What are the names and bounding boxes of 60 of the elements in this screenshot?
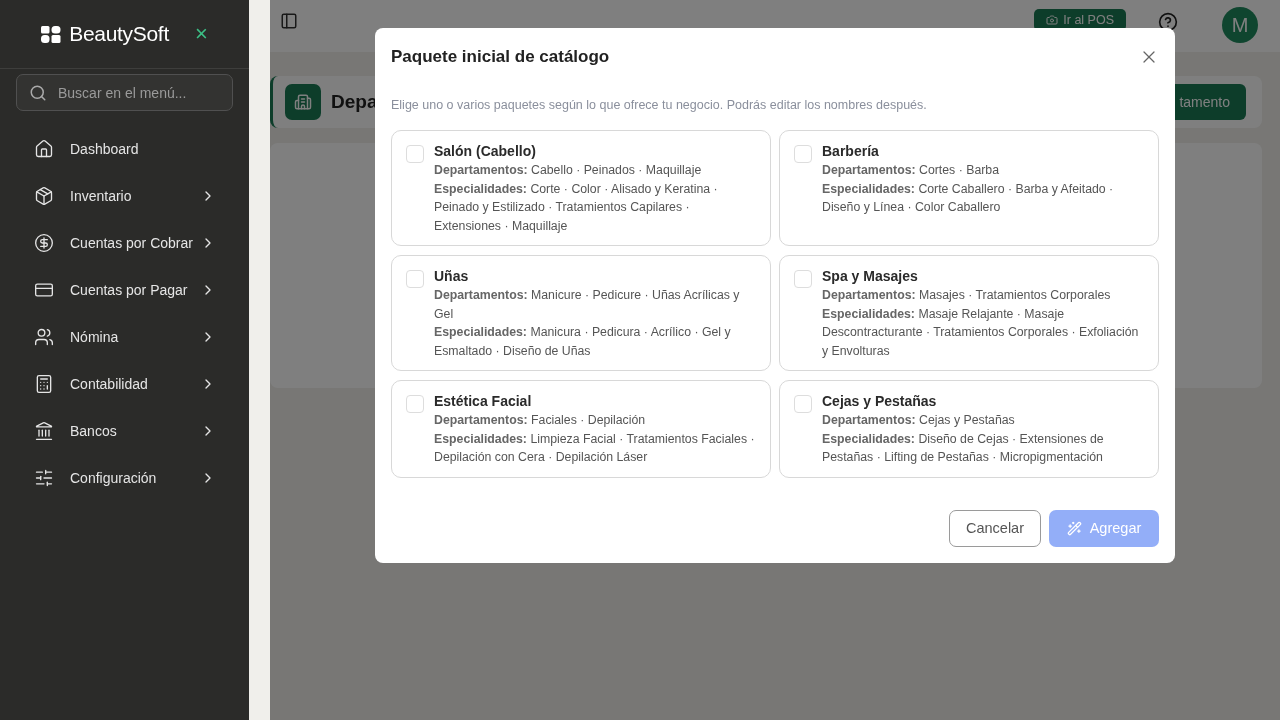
package-card[interactable]: Barbería Departamentos: Cortes · Barba Especialidades: Corte Caballero · Barba y Afeitado · Diseño y Línea · Color Caballero <box>779 130 1159 246</box>
package-card[interactable]: Uñas Departamentos: Manicure · Pedicure · Uñas Acrílicas y Gel Especialidades: Manicura · Pedicura · Acrílico · Gel y Esmaltado · Diseño de Uñas <box>391 255 771 371</box>
calculator-icon <box>34 373 54 394</box>
house-icon <box>34 138 54 159</box>
departments-text: Departamentos: Manicure · Pedicure · Uñas Acrílicas y Gel <box>434 287 741 323</box>
sliders-icon <box>34 467 54 488</box>
checkbox[interactable] <box>406 395 424 413</box>
help-icon[interactable] <box>1158 12 1178 32</box>
package-name: Uñas <box>434 268 470 284</box>
page-title: Depa <box>331 91 378 113</box>
departments-text: Departamentos: Faciales · Depilación <box>434 412 647 429</box>
sidebar-item[interactable]: Cuentas por Cobrar <box>0 219 249 266</box>
dollar-coin-icon <box>34 232 54 253</box>
close-sidebar-button[interactable]: × <box>194 23 208 45</box>
users-icon <box>34 326 54 347</box>
package-card[interactable]: Spa y Masajes Departamentos: Masajes · Tratamientos Corporales Especialidades: Masaje Relajante · Masaje Descontracturante · Tratamientos Corporales · Exfoliación y Envolturas <box>779 255 1159 371</box>
package-card[interactable]: Cejas y Pestañas Departamentos: Cejas y Pestañas Especialidades: Diseño de Cejas · Extensiones de Pestañas · Lifting de Pestañas · Micropigmentación <box>779 380 1159 478</box>
brand-name: BeautySoft <box>69 22 169 46</box>
building-icon <box>285 84 321 120</box>
bank-icon <box>34 420 54 441</box>
sidebar-item[interactable]: Contabilidad <box>0 360 249 407</box>
box-icon <box>34 185 54 206</box>
specialties-text: Especialidades: Masaje Relajante · Masaje Descontracturante · Tratamientos Corporales · Exfoliación y Envolturas <box>822 305 1140 360</box>
package-name: Spa y Masajes <box>822 268 919 284</box>
package-name: Barbería <box>822 143 880 159</box>
magic-wand-icon <box>1066 520 1082 536</box>
checkbox[interactable] <box>406 270 424 288</box>
cancel-button[interactable]: Cancelar <box>948 509 1041 547</box>
specialties-text: Especialidades: Manicura · Pedicura · Acrílico · Gel y Esmaltado · Diseño de Uñas <box>434 324 732 360</box>
sidebar-item[interactable]: Dashboard <box>0 125 249 172</box>
departments-text: Departamentos: Masajes · Tratamientos Corporales <box>822 287 1112 304</box>
package-card[interactable]: Salón (Cabello) Departamentos: Cabello · Peinados · Maquillaje Especialidades: Corte · Color · Alisado y Keratina · Peinado y Estilizado · Tratamientos Capilares · Extensiones · Maquillaje <box>391 130 771 246</box>
package-name: Salón (Cabello) <box>434 143 537 159</box>
menu-search-box[interactable]: Buscar en el menú... <box>16 74 233 111</box>
specialties-text: Especialidades: Corte · Color · Alisado y Keratina · Peinado y Estilizado · Tratamientos Capilares · Extensiones · Maquillaje <box>434 180 719 235</box>
sidebar-item[interactable]: Cuentas por Pagar <box>0 266 249 313</box>
sidebar-toggle-icon[interactable] <box>280 12 298 30</box>
specialties-text: Especialidades: Corte Caballero · Barba y Afeitado · Diseño y Línea · Color Caballero <box>822 180 1115 216</box>
camera-icon <box>1046 14 1059 26</box>
package-name: Cejas y Pestañas <box>822 393 938 409</box>
departments-text: Departamentos: Cejas y Pestañas <box>822 412 1016 429</box>
menu-search-field[interactable]: Buscar en el menú... <box>56 83 220 102</box>
sidebar-item[interactable]: Bancos <box>0 407 249 454</box>
checkbox[interactable] <box>794 270 812 288</box>
checkbox[interactable] <box>406 145 424 163</box>
sidebar-item[interactable]: Configuración <box>0 454 249 501</box>
specialties-text: Especialidades: Limpieza Facial · Tratamientos Faciales · Depilación con Cera · Depilación Láser <box>434 430 756 466</box>
package-card[interactable]: Estética Facial Departamentos: Faciales · Depilación Especialidades: Limpieza Facial · Tratamientos Faciales · Depilación con Cera · Depilación Láser <box>391 380 771 478</box>
checkbox[interactable] <box>794 395 812 413</box>
search-icon <box>29 83 47 102</box>
departments-text: Departamentos: Cabello · Peinados · Maquillaje <box>434 162 703 179</box>
dialog-title: Paquete inicial de catálogo <box>391 47 610 67</box>
sidebar-item[interactable]: Nómina <box>0 313 249 360</box>
dialog-description: Elige uno o varios paquetes según lo que ofrece tu negocio. Podrás editar los nombres después. <box>391 98 928 112</box>
checkbox[interactable] <box>794 145 812 163</box>
departments-text: Departamentos: Cortes · Barba <box>822 162 1000 179</box>
logo-icon <box>41 25 62 43</box>
package-name: Estética Facial <box>434 393 533 409</box>
sidebar-item[interactable]: Inventario <box>0 172 249 219</box>
specialties-text: Especialidades: Diseño de Cejas · Extensiones de Pestañas · Lifting de Pestañas · Micropigmentación <box>822 430 1105 466</box>
